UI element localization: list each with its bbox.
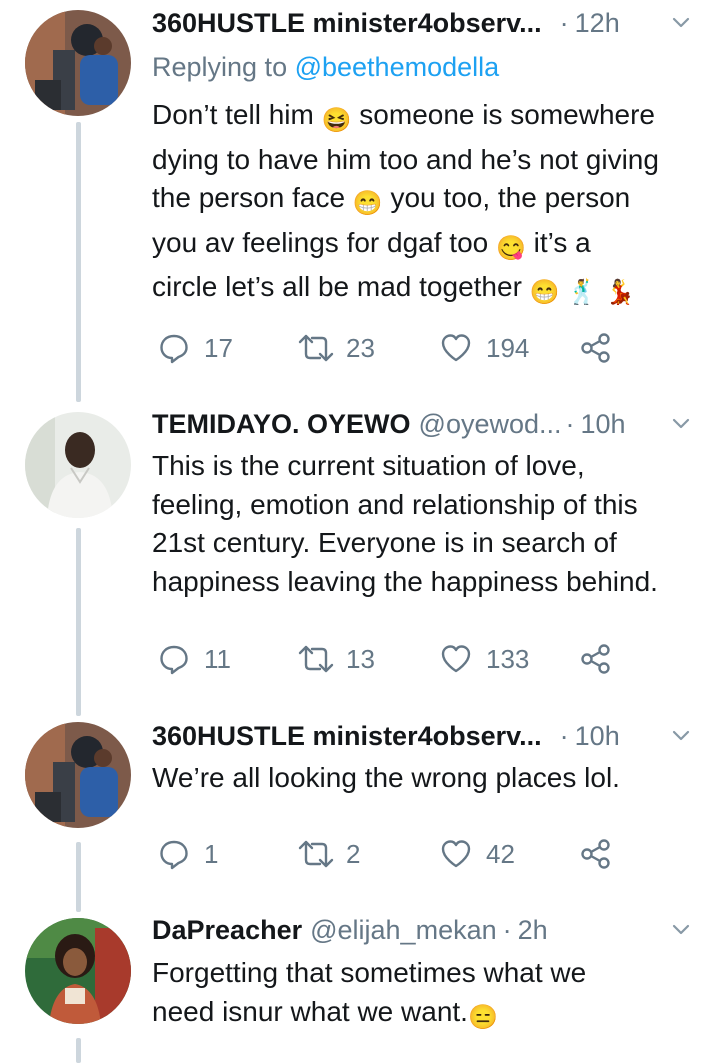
timestamp[interactable]: 10h: [575, 721, 620, 752]
reply-count: 11: [204, 643, 231, 674]
tweet-header: 360HUSTLE minister4observ... · 10h: [152, 716, 700, 756]
timestamp[interactable]: 10h: [581, 409, 626, 440]
tweet[interactable]: TEMIDAYO. OYEWO @oyewod... · 10h This is…: [0, 400, 720, 710]
tweet[interactable]: DaPreacher @elijah_mekan · 2h Forgetting…: [0, 908, 720, 1063]
separator: ·: [502, 914, 512, 945]
retweet-button[interactable]: 23: [296, 330, 375, 366]
tweet-header: 360HUSTLE minister4observ... · 12h: [152, 3, 700, 43]
retweet-icon: [298, 840, 334, 868]
retweet-button[interactable]: 2: [296, 836, 360, 872]
tweet-text: Don’t tell him 😆 someone is somewhere dy…: [152, 96, 700, 313]
share-icon: [581, 333, 610, 363]
tweet-actions: 1 2 42: [158, 836, 618, 872]
share-icon: [581, 839, 610, 869]
text-line: circle let’s all be mad together: [152, 271, 522, 303]
display-name[interactable]: TEMIDAYO. OYEWO: [152, 409, 411, 440]
reply-button[interactable]: 17: [158, 330, 233, 366]
reply-bubble-icon: [160, 645, 188, 675]
reply-button[interactable]: 1: [158, 836, 218, 872]
text-line: happiness leaving the happiness behind.: [152, 565, 658, 597]
replying-label: Replying to: [152, 52, 295, 82]
tweet-text: This is the current situation of love, f…: [152, 447, 700, 601]
retweet-count: 2: [346, 838, 361, 869]
like-count: 42: [486, 838, 515, 869]
reply-count: 17: [204, 332, 233, 363]
like-button[interactable]: 133: [440, 641, 529, 677]
display-name[interactable]: 360HUSTLE minister4observ...: [152, 721, 542, 752]
laughing-emoji: 😆: [321, 107, 352, 134]
reply-bubble-icon: [160, 334, 188, 364]
chevron-down-icon[interactable]: [670, 724, 692, 746]
text-line: dying to have him too and he’s not givin…: [152, 143, 659, 175]
like-button[interactable]: 194: [440, 330, 529, 366]
expressionless-emoji: 😑: [467, 1003, 498, 1031]
text-line: you too, the person: [390, 182, 631, 214]
avatar[interactable]: [25, 722, 131, 828]
tweet-actions: 11 13 133: [158, 641, 618, 677]
separator: ·: [559, 720, 569, 751]
user-handle[interactable]: @oyewod...: [419, 409, 562, 440]
tweet[interactable]: 360HUSTLE minister4observ... · 10h We’re…: [0, 712, 720, 907]
heart-icon: [441, 645, 471, 673]
man-dancing-emoji: 🕺: [567, 279, 598, 307]
reply-count: 1: [204, 838, 219, 869]
retweet-icon: [298, 334, 334, 362]
text-line: Forgetting that sometimes what we: [152, 957, 587, 988]
tweet-header: DaPreacher @elijah_mekan · 2h: [152, 910, 700, 950]
tweet[interactable]: 360HUSTLE minister4observ... · 12h Reply…: [0, 0, 720, 395]
avatar[interactable]: [25, 412, 131, 518]
like-count: 133: [486, 643, 530, 674]
text-line: the person face: [152, 182, 346, 214]
text-line: Don’t tell him: [152, 99, 314, 130]
separator: ·: [565, 408, 575, 439]
avatar[interactable]: [25, 10, 131, 116]
display-name[interactable]: 360HUSTLE minister4observ...: [152, 8, 542, 39]
heart-icon: [441, 840, 471, 868]
text-line: someone is somewhere: [359, 99, 655, 130]
like-button[interactable]: 42: [440, 836, 515, 872]
retweet-count: 23: [346, 332, 375, 363]
display-name[interactable]: DaPreacher: [152, 915, 302, 946]
tweet-header: TEMIDAYO. OYEWO @oyewod... · 10h: [152, 404, 700, 444]
text-line: it’s a: [533, 226, 591, 258]
text-line: This is the current situation of love,: [152, 450, 585, 481]
grinning-emoji: 😁: [529, 279, 560, 307]
separator: ·: [559, 7, 569, 38]
share-button[interactable]: [580, 641, 612, 677]
replying-to: Replying to @beethemodella: [152, 52, 499, 83]
like-count: 194: [486, 332, 530, 363]
text-line: We’re all looking the wrong places lol.: [152, 762, 620, 793]
tweet-actions: 17 23 194: [158, 330, 618, 366]
grinning-emoji: 😁: [352, 190, 383, 218]
share-button[interactable]: [580, 330, 612, 366]
share-icon: [581, 644, 610, 674]
timestamp[interactable]: 2h: [518, 915, 548, 946]
chevron-down-icon[interactable]: [670, 412, 692, 434]
user-handle[interactable]: @elijah_mekan: [310, 915, 497, 946]
replying-handle-link[interactable]: @beethemodella: [295, 52, 500, 82]
chevron-down-icon[interactable]: [670, 918, 692, 940]
yum-emoji: 😋: [496, 234, 526, 262]
tweet-text: Forgetting that sometimes what we need i…: [152, 954, 700, 1037]
retweet-icon: [298, 645, 334, 673]
text-line: feeling, emotion and relationship of thi…: [152, 488, 638, 520]
retweet-count: 13: [346, 643, 375, 674]
chevron-down-icon[interactable]: [670, 11, 692, 33]
text-line: need isnur what we want.: [152, 995, 468, 1027]
reply-button[interactable]: 11: [158, 641, 231, 677]
reply-bubble-icon: [160, 840, 188, 870]
share-button[interactable]: [580, 836, 612, 872]
retweet-button[interactable]: 13: [296, 641, 375, 677]
timestamp[interactable]: 12h: [575, 8, 620, 39]
woman-dancing-emoji: 💃: [605, 279, 635, 307]
heart-icon: [441, 334, 471, 362]
text-line: 21st century. Everyone is in search of: [152, 527, 617, 559]
tweet-text: We’re all looking the wrong places lol.: [152, 759, 700, 798]
avatar[interactable]: [25, 918, 131, 1024]
text-line: you av feelings for dgaf too: [152, 226, 489, 258]
